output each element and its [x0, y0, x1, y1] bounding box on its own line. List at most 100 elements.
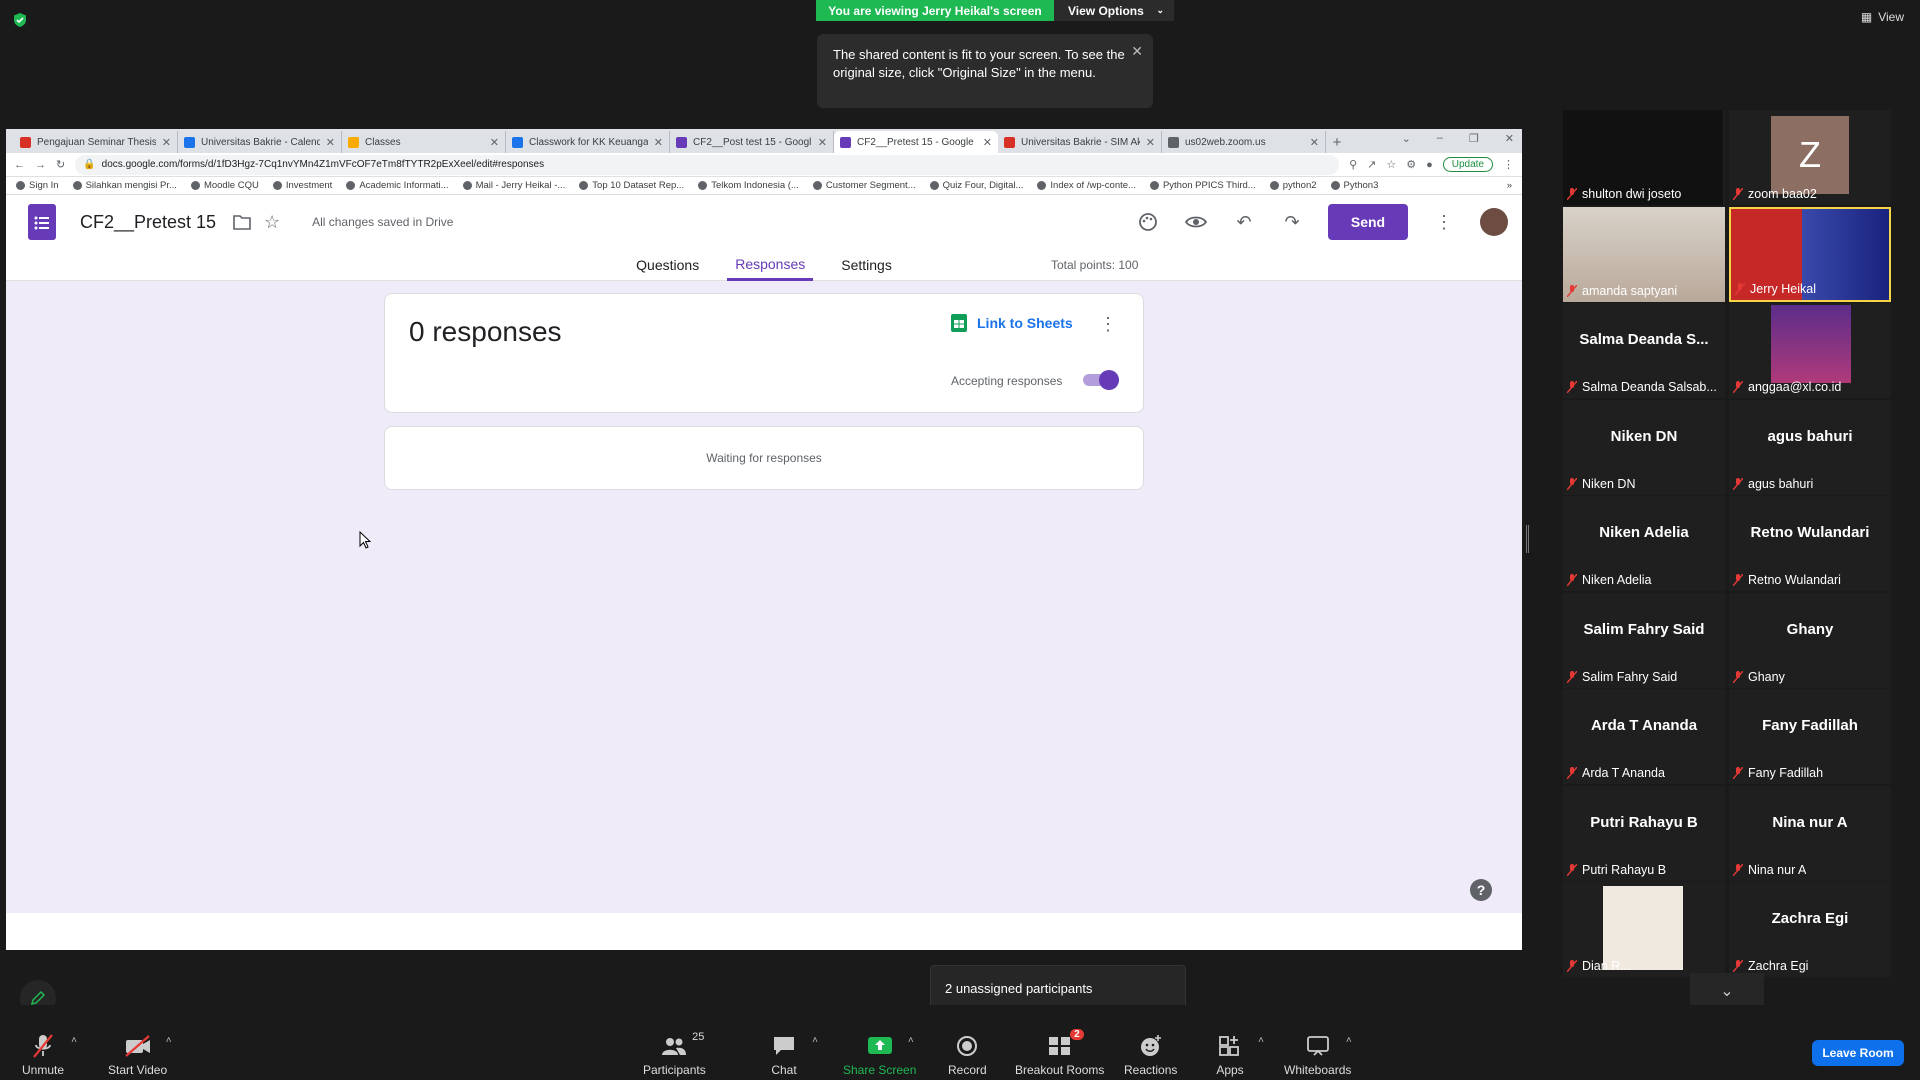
close-tab-icon[interactable]: ✕	[818, 136, 827, 149]
participant-tile[interactable]: Putri Rahayu B Putri Rahayu B	[1563, 785, 1725, 881]
close-tab-icon[interactable]: ✕	[1146, 136, 1155, 149]
browser-tab[interactable]: Universitas Bakrie - Calend ✕	[178, 131, 342, 153]
participant-tile[interactable]: Dian R...	[1563, 882, 1725, 977]
bookmark-item[interactable]: Investment	[272, 180, 332, 191]
share-icon[interactable]: ↗	[1367, 158, 1376, 171]
participant-tile[interactable]: Ghany Ghany	[1729, 592, 1891, 688]
browser-tab[interactable]: CF2__Pretest 15 - Google ✕	[834, 131, 998, 153]
reload-icon[interactable]: ↻	[56, 158, 65, 171]
browser-tab[interactable]: CF2__Post test 15 - Googl ✕	[670, 131, 834, 153]
bookmark-item[interactable]: Silahkan mengisi Pr...	[72, 180, 177, 191]
new-tab-button[interactable]: +	[1326, 131, 1348, 153]
send-button[interactable]: Send	[1328, 204, 1408, 240]
participant-tile[interactable]: Arda T Ananda Arda T Ananda	[1563, 689, 1725, 784]
close-tab-icon[interactable]: ✕	[983, 136, 992, 149]
browser-tab[interactable]: Pengajuan Seminar Thesis ✕	[14, 131, 178, 153]
reactions-button[interactable]: Reactions	[1124, 1033, 1177, 1077]
participant-tile[interactable]: Zzoom baa02	[1729, 110, 1891, 205]
bookmark-item[interactable]: Academic Informati...	[346, 180, 449, 191]
tab-settings[interactable]: Settings	[833, 249, 900, 281]
star-icon[interactable]: ☆	[260, 210, 284, 234]
chat-button[interactable]: ˄ Chat	[770, 1033, 818, 1077]
caret-up-icon[interactable]: ˄	[812, 1035, 818, 1046]
more-options-icon[interactable]: ⋮	[1099, 314, 1117, 335]
share-screen-button[interactable]: ˄ Share Screen	[843, 1033, 916, 1077]
participant-tile[interactable]: Jerry Heikal	[1729, 206, 1891, 302]
minimize-icon[interactable]: –	[1437, 132, 1443, 145]
participant-tile[interactable]: Salma Deanda S... Salma Deanda Salsab...	[1563, 303, 1725, 398]
account-avatar[interactable]	[1480, 208, 1508, 236]
participant-tile[interactable]: Niken DN Niken DN	[1563, 399, 1725, 495]
participant-tile[interactable]: amanda saptyani	[1563, 206, 1725, 302]
bookmark-item[interactable]: Moodle CQU	[190, 180, 259, 191]
security-shield-icon[interactable]	[12, 12, 28, 28]
bookmark-item[interactable]: python2	[1269, 180, 1317, 191]
browser-menu-icon[interactable]: ⋮	[1503, 158, 1514, 171]
participant-tile[interactable]: Fany Fadillah Fany Fadillah	[1729, 689, 1891, 784]
restore-icon[interactable]: ❐	[1469, 132, 1479, 145]
undo-icon[interactable]: ↶	[1232, 210, 1256, 234]
bookmark-item[interactable]: Sign In	[16, 180, 59, 191]
close-tab-icon[interactable]: ✕	[162, 136, 171, 149]
view-button[interactable]: ▦ View	[1861, 10, 1904, 24]
caret-up-icon[interactable]: ˄	[1258, 1035, 1264, 1046]
participant-tile[interactable]: Niken Adelia Niken Adelia	[1563, 496, 1725, 591]
browser-tab[interactable]: Classes ✕	[342, 131, 506, 153]
redo-icon[interactable]: ↷	[1280, 210, 1304, 234]
update-button[interactable]: Update	[1442, 157, 1493, 172]
profile-icon[interactable]: ●	[1426, 159, 1433, 171]
bookmark-item[interactable]: Customer Segment...	[812, 180, 916, 191]
record-button[interactable]: Record	[948, 1033, 987, 1077]
tab-responses[interactable]: Responses	[727, 249, 814, 281]
apps-button[interactable]: ˄ Apps	[1216, 1033, 1264, 1077]
participants-button[interactable]: 25 Participants	[643, 1031, 706, 1077]
tab-questions[interactable]: Questions	[628, 249, 707, 281]
palette-icon[interactable]	[1136, 210, 1160, 234]
more-options-icon[interactable]: ⋮	[1432, 210, 1456, 234]
close-tab-icon[interactable]: ✕	[1310, 136, 1319, 149]
help-icon[interactable]: ?	[1470, 879, 1492, 901]
unmute-button[interactable]: ˄ Unmute	[22, 1033, 77, 1077]
forward-icon[interactable]: →	[35, 159, 46, 171]
back-icon[interactable]: ←	[14, 159, 25, 171]
tab-search-icon[interactable]: ⌄	[1402, 132, 1411, 145]
extensions-icon[interactable]: ⚙	[1406, 158, 1416, 171]
participant-tile[interactable]: Salim Fahry Said Salim Fahry Said	[1563, 592, 1725, 688]
bookmark-item[interactable]: Top 10 Dataset Rep...	[579, 180, 684, 191]
zoom-icon[interactable]: ⚲	[1349, 158, 1357, 171]
accepting-responses-toggle[interactable]	[1081, 370, 1119, 390]
start-video-button[interactable]: ˄ Start Video	[108, 1033, 172, 1077]
bookmark-item[interactable]: Python3	[1330, 180, 1378, 191]
close-tab-icon[interactable]: ✕	[326, 136, 335, 149]
folder-icon[interactable]	[230, 210, 254, 234]
close-icon[interactable]: ✕	[1131, 42, 1143, 60]
close-tab-icon[interactable]: ✕	[654, 136, 663, 149]
close-tab-icon[interactable]: ✕	[490, 136, 499, 149]
url-field[interactable]: 🔒 docs.google.com/forms/d/1fD3Hgz-7Cq1nv…	[75, 154, 1340, 175]
gallery-scroll-down-button[interactable]: ⌄	[1690, 973, 1764, 1009]
participant-tile[interactable]: Nina nur A Nina nur A	[1729, 785, 1891, 881]
browser-tab[interactable]: Classwork for KK Keuanga ✕	[506, 131, 670, 153]
participant-tile[interactable]: Retno Wulandari Retno Wulandari	[1729, 496, 1891, 591]
splitter-handle[interactable]	[1526, 525, 1529, 553]
bookmark-item[interactable]: Mail - Jerry Heikal -...	[462, 180, 565, 191]
caret-up-icon[interactable]: ˄	[1346, 1035, 1352, 1046]
participant-tile[interactable]: shulton dwi joseto	[1563, 110, 1725, 205]
bookmark-item[interactable]: Python PPICS Third...	[1149, 180, 1256, 191]
participant-tile[interactable]: Zachra Egi Zachra Egi	[1729, 882, 1891, 977]
forms-logo-icon[interactable]	[28, 204, 56, 240]
view-options-button[interactable]: View Options ⌄	[1054, 0, 1174, 21]
bookmark-item[interactable]: Index of /wp-conte...	[1037, 180, 1136, 191]
link-to-sheets-button[interactable]: Link to Sheets	[951, 314, 1073, 332]
caret-up-icon[interactable]: ˄	[71, 1035, 77, 1046]
close-window-icon[interactable]: ✕	[1505, 132, 1514, 145]
whiteboards-button[interactable]: ˄ Whiteboards	[1284, 1033, 1352, 1077]
bookmark-item[interactable]: Telkom Indonesia (...	[698, 180, 799, 191]
browser-tab[interactable]: us02web.zoom.us ✕	[1162, 131, 1326, 153]
form-title[interactable]: CF2__Pretest 15	[80, 212, 216, 233]
participant-tile[interactable]: anggaa@xl.co.id	[1729, 303, 1891, 398]
star-icon[interactable]: ☆	[1386, 158, 1396, 171]
breakout-rooms-button[interactable]: 2 Breakout Rooms	[1015, 1029, 1104, 1077]
more-bookmarks-icon[interactable]: »	[1507, 180, 1512, 191]
browser-tab[interactable]: Universitas Bakrie - SIM Ak ✕	[998, 131, 1162, 153]
